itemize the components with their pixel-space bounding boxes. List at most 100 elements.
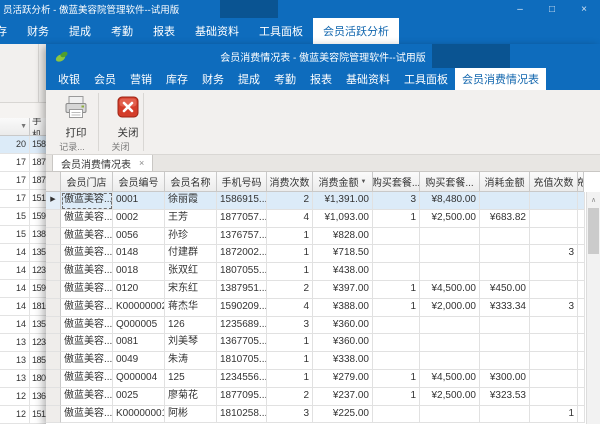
grid-cell[interactable]: 1 xyxy=(373,210,420,228)
count-cell[interactable]: 12 xyxy=(0,406,30,423)
column-header-9[interactable]: 消耗金额 xyxy=(480,172,530,192)
grid-cell[interactable] xyxy=(578,352,585,370)
grid-cell[interactable]: 1 xyxy=(267,370,313,388)
background-table-row[interactable]: 1413556 xyxy=(0,244,48,262)
grid-cell[interactable] xyxy=(480,334,530,352)
grid-cell[interactable]: 王芳 xyxy=(165,210,217,228)
background-table-row[interactable]: 1513879 xyxy=(0,226,48,244)
grid-cell[interactable]: 傲蓝美容... xyxy=(61,388,113,406)
grid-cell[interactable]: 傲蓝美容... xyxy=(61,263,113,281)
grid-cell[interactable]: 1 xyxy=(267,245,313,263)
grid-cell[interactable] xyxy=(420,317,480,335)
grid-cell[interactable]: 1387951... xyxy=(217,281,267,299)
grid-cell[interactable]: ¥279.00 xyxy=(313,370,373,388)
count-cell[interactable]: 14 xyxy=(0,262,30,279)
grid-cell[interactable]: 3 xyxy=(373,192,420,210)
column-header-2[interactable]: 会员编号 xyxy=(113,172,165,192)
tab-close-icon[interactable]: × xyxy=(139,158,144,168)
grid-cell[interactable] xyxy=(530,192,578,210)
grid-cell[interactable]: 1 xyxy=(373,281,420,299)
table-row[interactable]: 傲蓝美容...0018张双红1807055...1¥438.00 xyxy=(46,263,600,281)
count-cell[interactable]: 17 xyxy=(0,154,30,171)
minimize-button[interactable]: – xyxy=(504,0,536,18)
table-row[interactable]: 傲蓝美容...0025廖菊花1877095...2¥237.001¥2,500.… xyxy=(46,388,600,406)
grid-cell[interactable]: 1235689... xyxy=(217,317,267,335)
grid-cell[interactable]: 0049 xyxy=(113,352,165,370)
maximize-button[interactable]: □ xyxy=(536,0,568,18)
tab-member-consumption-report[interactable]: 会员消费情况表 × xyxy=(52,154,153,171)
grid-cell[interactable]: 傲蓝美容... xyxy=(61,245,113,263)
background-table-row[interactable]: 1312345 xyxy=(0,334,48,352)
grid-cell[interactable]: 3 xyxy=(530,245,578,263)
table-row[interactable]: 傲蓝美容...0081刘美琴1367705...1¥360.00 xyxy=(46,334,600,352)
grid-cell[interactable]: 傲蓝美容... xyxy=(61,228,113,246)
grid-cell[interactable]: ¥2,000.00 xyxy=(420,299,480,317)
grid-cell[interactable]: 徐丽霞 xyxy=(165,192,217,210)
close-window-button[interactable]: × xyxy=(568,0,600,18)
background-table-row[interactable]: 1215179 xyxy=(0,406,48,424)
grid-cell[interactable] xyxy=(480,263,530,281)
grid-cell[interactable]: 傲蓝美容... xyxy=(61,352,113,370)
grid-cell[interactable]: 傲蓝美容... xyxy=(61,210,113,228)
grid-cell[interactable]: K00000001 xyxy=(113,406,165,424)
grid-cell[interactable]: 3 xyxy=(530,299,578,317)
grid-cell[interactable]: 0056 xyxy=(113,228,165,246)
grid-cell[interactable] xyxy=(373,317,420,335)
background-table-row[interactable]: 1413576 xyxy=(0,316,48,334)
grid-cell[interactable]: 1590209... xyxy=(217,299,267,317)
vertical-scrollbar[interactable]: ∧ xyxy=(586,192,600,424)
table-row[interactable]: 傲蓝美容...0056孙珍1376757...1¥828.00 xyxy=(46,228,600,246)
grid-cell[interactable] xyxy=(530,317,578,335)
grid-cell[interactable]: 傲蓝美容... xyxy=(61,370,113,388)
report-menu-item-会员[interactable]: 会员 xyxy=(87,68,123,90)
grid-cell[interactable]: 0081 xyxy=(113,334,165,352)
count-cell[interactable]: 15 xyxy=(0,208,30,225)
grid-cell[interactable] xyxy=(578,370,585,388)
grid-cell[interactable] xyxy=(578,388,585,406)
grid-cell[interactable] xyxy=(578,281,585,299)
count-cell[interactable]: 15 xyxy=(0,226,30,243)
grid-cell[interactable] xyxy=(480,228,530,246)
background-table-row[interactable]: 2015869 xyxy=(0,136,48,154)
grid-cell[interactable]: 1 xyxy=(373,388,420,406)
count-cell[interactable]: 13 xyxy=(0,334,30,351)
grid-cell[interactable] xyxy=(420,245,480,263)
count-cell[interactable]: 14 xyxy=(0,316,30,333)
grid-cell[interactable] xyxy=(530,263,578,281)
grid-cell[interactable] xyxy=(420,334,480,352)
grid-cell[interactable]: 1 xyxy=(267,352,313,370)
grid-cell[interactable] xyxy=(578,334,585,352)
column-header-5[interactable]: 消费次数 xyxy=(267,172,313,192)
grid-cell[interactable]: 0018 xyxy=(113,263,165,281)
grid-cell[interactable] xyxy=(420,228,480,246)
grid-cell[interactable]: ¥4,500.00 xyxy=(420,281,480,299)
table-row[interactable]: 傲蓝美容...Q0000041251234556...1¥279.001¥4,5… xyxy=(46,370,600,388)
column-header-1[interactable]: 会员门店 xyxy=(61,172,113,192)
grid-cell[interactable] xyxy=(530,370,578,388)
grid-cell[interactable]: ¥300.00 xyxy=(480,370,530,388)
table-row[interactable]: 傲蓝美容...0148付建群1872002...1¥718.503 xyxy=(46,245,600,263)
grid-cell[interactable]: ¥2,500.00 xyxy=(420,210,480,228)
grid-cell[interactable] xyxy=(578,245,585,263)
grid-cell[interactable] xyxy=(530,352,578,370)
grid-cell[interactable]: ¥683.82 xyxy=(480,210,530,228)
grid-cell[interactable]: ¥828.00 xyxy=(313,228,373,246)
grid-cell[interactable]: 1810258... xyxy=(217,406,267,424)
table-row[interactable]: 傲蓝美容...0049朱涛1810705...1¥338.00 xyxy=(46,352,600,370)
grid-cell[interactable]: 傲蓝美容... xyxy=(61,334,113,352)
grid-cell[interactable] xyxy=(578,192,585,210)
grid-cell[interactable]: 1810705... xyxy=(217,352,267,370)
grid-cell[interactable] xyxy=(480,352,530,370)
count-cell[interactable]: 13 xyxy=(0,352,30,369)
column-header-3[interactable]: 会员名称 xyxy=(165,172,217,192)
parent-menu-item-工具面板[interactable]: 工具面板 xyxy=(249,18,313,44)
background-table-row[interactable]: 1213600 xyxy=(0,388,48,406)
grid-cell[interactable]: 1 xyxy=(530,406,578,424)
grid-cell[interactable]: ¥718.50 xyxy=(313,245,373,263)
grid-cell[interactable]: 1 xyxy=(373,370,420,388)
count-cell[interactable]: 14 xyxy=(0,244,30,261)
report-menu-item-提成[interactable]: 提成 xyxy=(231,68,267,90)
grid-cell[interactable]: 4 xyxy=(267,299,313,317)
count-cell[interactable]: 12 xyxy=(0,388,30,405)
grid-cell[interactable] xyxy=(530,334,578,352)
